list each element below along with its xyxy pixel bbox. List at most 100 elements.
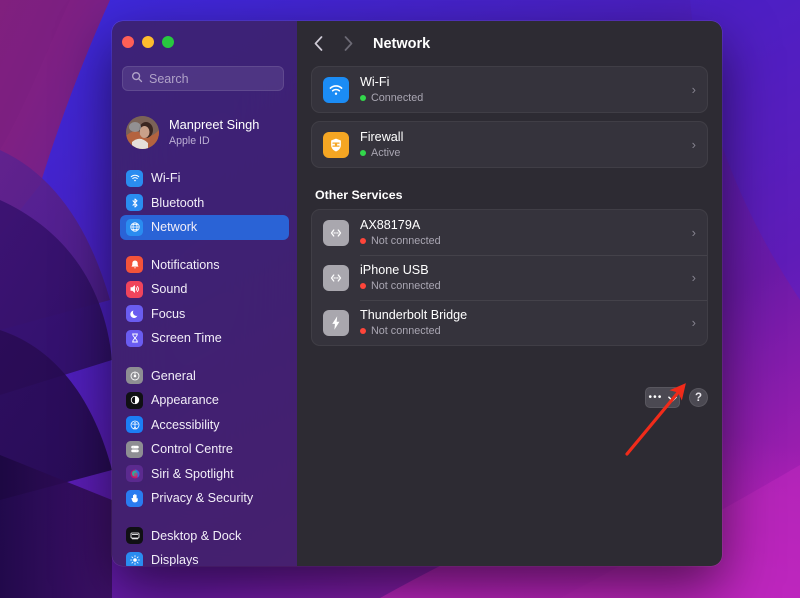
sidebar-item-focus[interactable]: Focus <box>120 302 289 327</box>
other-services-heading: Other Services <box>315 188 403 202</box>
status-dot-icon <box>360 95 366 102</box>
other-services-list: AX88179A Not connected › iPhone USB Not conn… <box>311 209 708 346</box>
appearance-icon <box>126 391 143 409</box>
thunderbolt-icon <box>323 309 349 336</box>
service-card: Firewall Active › <box>311 121 708 168</box>
sidebar-item-label: Siri & Spotlight <box>151 466 234 481</box>
moon-icon <box>126 305 143 323</box>
sidebar-item-sound[interactable]: Sound <box>120 277 289 302</box>
service-status: Active <box>360 147 686 159</box>
service-name: Firewall <box>360 129 404 144</box>
sidebar-item-general[interactable]: General <box>120 364 289 389</box>
hourglass-icon <box>126 329 143 347</box>
hand-icon <box>126 489 143 507</box>
sidebar-item-label: Privacy & Security <box>151 491 254 506</box>
status-dot-icon <box>360 283 366 290</box>
search-icon <box>131 70 143 88</box>
service-row[interactable]: Wi-Fi Connected › <box>312 67 707 112</box>
avatar <box>126 116 159 149</box>
chevron-down-icon <box>667 389 677 407</box>
service-name: AX88179A <box>360 217 421 232</box>
bluetooth-icon <box>126 194 143 212</box>
desktop-dock-icon <box>126 527 143 545</box>
sidebar-item-label: Wi-Fi <box>151 171 181 186</box>
content-pane: Network Wi-Fi Connected › Firewall Active › O… <box>297 21 722 566</box>
wifi-icon <box>126 169 143 187</box>
service-row[interactable]: Firewall Active › <box>312 122 707 167</box>
service-card: Wi-Fi Connected › <box>311 66 708 113</box>
profile-row[interactable]: Manpreet Singh Apple ID <box>126 116 259 149</box>
siri-icon <box>126 465 143 483</box>
sidebar-item-control-centre[interactable]: Control Centre <box>120 437 289 462</box>
sidebar-group-separator <box>120 511 289 524</box>
gear-icon <box>126 367 143 385</box>
sidebar-item-appearance[interactable]: Appearance <box>120 388 289 413</box>
speaker-icon <box>126 280 143 298</box>
bell-icon <box>126 256 143 274</box>
forward-button[interactable] <box>335 31 361 57</box>
sidebar-nav: Wi-Fi Bluetooth Network Notifications Sound F… <box>112 166 297 566</box>
service-name: Wi-Fi <box>360 74 390 89</box>
ethernet-icon <box>323 264 349 291</box>
service-row-text: Wi-Fi Connected <box>360 74 686 105</box>
sidebar-item-desktop-dock[interactable]: Desktop & Dock <box>120 524 289 549</box>
sidebar-item-siri-spotlight[interactable]: Siri & Spotlight <box>120 462 289 487</box>
window-traffic-lights <box>122 36 174 48</box>
sidebar-item-privacy-security[interactable]: Privacy & Security <box>120 486 289 511</box>
back-button[interactable] <box>305 31 331 57</box>
sidebar-item-wi-fi[interactable]: Wi-Fi <box>120 166 289 191</box>
minimize-button[interactable] <box>142 36 154 48</box>
page-title: Network <box>373 35 431 52</box>
service-status: Not connected <box>360 325 686 337</box>
service-status: Not connected <box>360 280 686 292</box>
service-row-text: Firewall Active <box>360 129 686 159</box>
service-row-text: AX88179A Not connected <box>360 217 686 247</box>
sidebar-item-notifications[interactable]: Notifications <box>120 253 289 278</box>
search-input[interactable]: Search <box>122 66 284 91</box>
service-row[interactable]: iPhone USB Not connected › <box>312 255 707 300</box>
sidebar-item-bluetooth[interactable]: Bluetooth <box>120 191 289 216</box>
chevron-right-icon: › <box>691 270 696 285</box>
chevron-right-icon: › <box>691 137 696 152</box>
service-name: Thunderbolt Bridge <box>360 307 468 322</box>
sidebar-group-separator <box>120 351 289 364</box>
service-row[interactable]: AX88179A Not connected › <box>312 210 707 255</box>
firewall-icon <box>323 131 349 158</box>
system-settings-window: Search Manpreet Singh Apple ID Wi-Fi Blue… <box>112 21 722 566</box>
chevron-right-icon: › <box>691 225 696 240</box>
service-status-label: Not connected <box>371 325 441 338</box>
sidebar-item-label: Bluetooth <box>151 195 205 210</box>
close-button[interactable] <box>122 36 134 48</box>
sidebar-item-label: Network <box>151 220 198 235</box>
sidebar-item-label: Accessibility <box>151 417 220 432</box>
sidebar: Search Manpreet Singh Apple ID Wi-Fi Blue… <box>112 21 297 566</box>
ethernet-icon <box>323 219 349 246</box>
service-status: Not connected <box>360 235 686 247</box>
sidebar-item-label: Control Centre <box>151 442 233 457</box>
sidebar-item-label: Focus <box>151 306 186 321</box>
sidebar-item-label: Appearance <box>151 393 219 408</box>
service-row[interactable]: Thunderbolt Bridge Not connected › <box>312 300 707 345</box>
status-dot-icon <box>360 238 366 245</box>
panel-footer-buttons: ••• ? <box>645 387 708 408</box>
service-row-text: iPhone USB Not connected <box>360 263 686 292</box>
sidebar-item-accessibility[interactable]: Accessibility <box>120 413 289 438</box>
search-placeholder: Search <box>149 71 189 86</box>
profile-subtitle: Apple ID <box>169 134 210 147</box>
sidebar-item-screen-time[interactable]: Screen Time <box>120 326 289 351</box>
zoom-button[interactable] <box>162 36 174 48</box>
service-status-label: Not connected <box>371 280 441 293</box>
profile-name: Manpreet Singh <box>169 117 260 133</box>
accessibility-icon <box>126 416 143 434</box>
service-status-label: Connected <box>371 92 424 105</box>
globe-icon <box>126 218 143 236</box>
status-dot-icon <box>360 328 366 335</box>
status-dot-icon <box>360 150 366 157</box>
more-options-button[interactable]: ••• <box>645 387 680 408</box>
service-status-label: Active <box>371 147 401 160</box>
sidebar-item-network[interactable]: Network <box>120 215 289 240</box>
sidebar-item-label: Notifications <box>151 257 220 272</box>
help-button[interactable]: ? <box>689 388 708 407</box>
service-row-text: Thunderbolt Bridge Not connected <box>360 307 686 337</box>
sidebar-item-displays[interactable]: Displays <box>120 548 289 566</box>
